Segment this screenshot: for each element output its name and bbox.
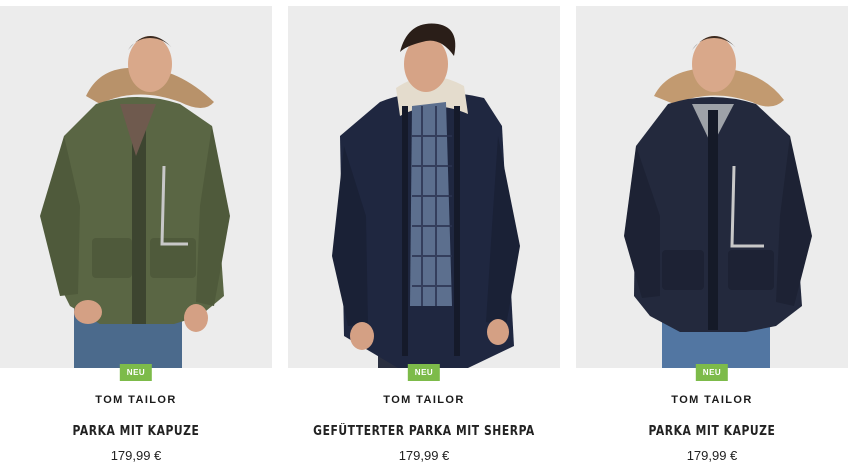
product-image[interactable] [0,6,272,368]
product-price: 179,99 € [686,448,738,463]
product-card[interactable]: NEU TOM TAILOR PARKA MIT KAPUZE 179,99 € [0,6,272,468]
product-price: 179,99 € [110,448,162,463]
product-image[interactable] [576,6,848,368]
new-badge: NEU [695,364,729,381]
brand-name: TOM TAILOR [671,394,753,406]
product-name[interactable]: GEFÜTTERTER PARKA MIT SHERPA [299,424,549,439]
new-badge: NEU [119,364,153,381]
product-name[interactable]: PARKA MIT KAPUZE [587,424,837,439]
brand-name: TOM TAILOR [383,394,465,406]
product-name[interactable]: PARKA MIT KAPUZE [11,424,261,439]
product-price: 179,99 € [398,448,450,463]
new-badge: NEU [407,364,441,381]
product-card[interactable]: NEU TOM TAILOR GEFÜTTERTER PARKA MIT SHE… [288,6,560,468]
brand-name: TOM TAILOR [95,394,177,406]
product-image[interactable] [288,6,560,368]
product-card[interactable]: NEU TOM TAILOR PARKA MIT KAPUZE 179,99 € [576,6,848,468]
